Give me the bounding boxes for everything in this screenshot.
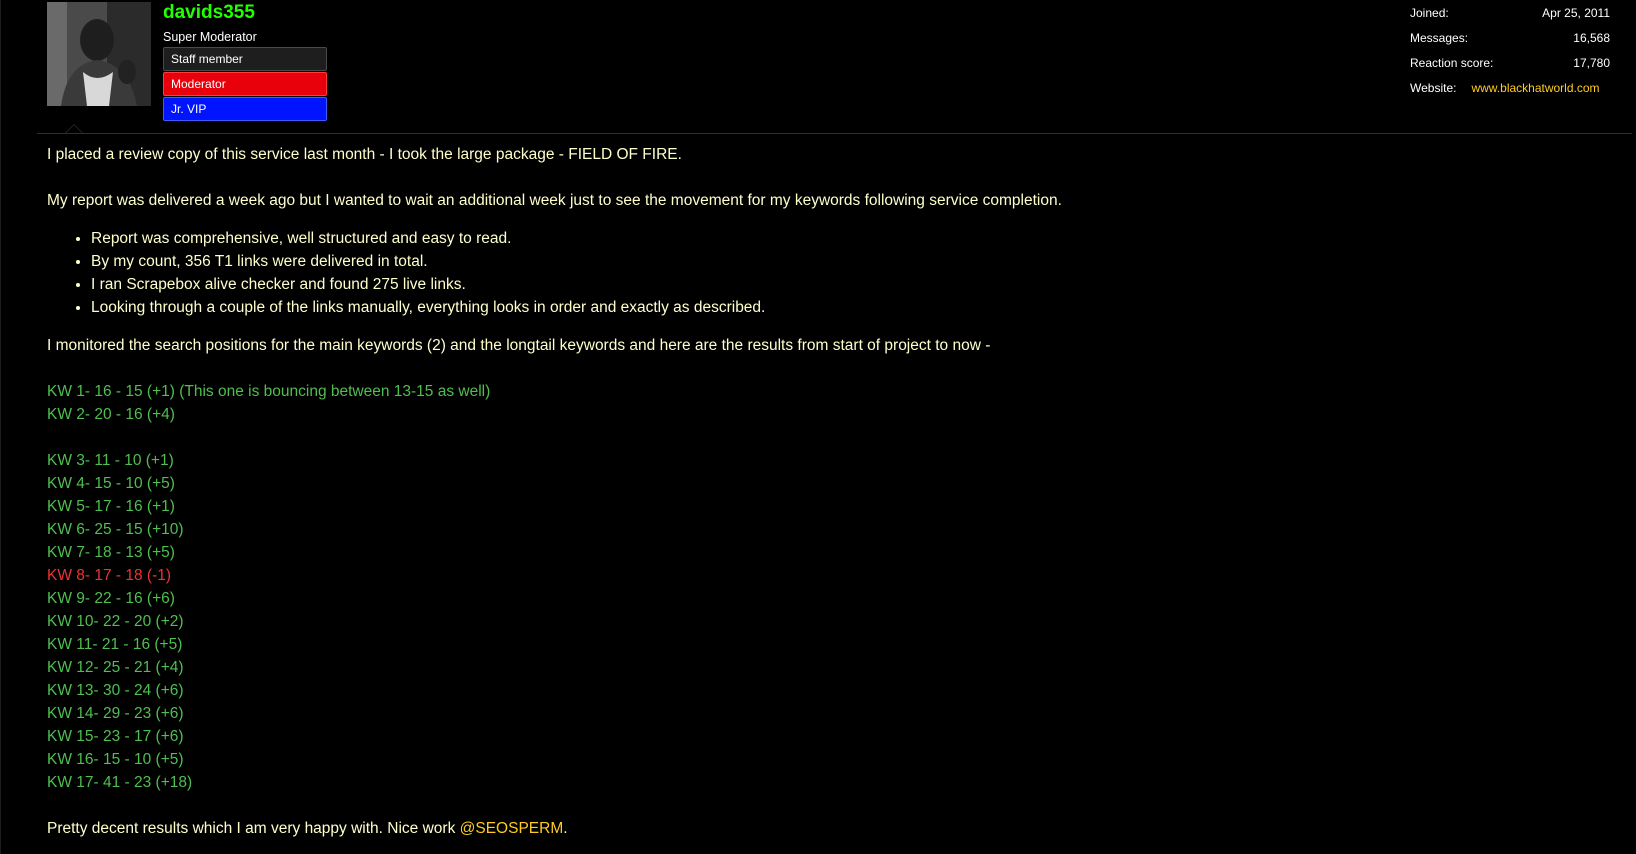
keyword-result: KW 16- 15 - 10 (+5) xyxy=(47,751,184,768)
post-body: I placed a review copy of this service l… xyxy=(47,143,1607,840)
list-item: By my count, 356 T1 links were delivered… xyxy=(91,250,1607,273)
stat-reaction-score: Reaction score: 17,780 xyxy=(1410,56,1610,81)
keyword-result: KW 9- 22 - 16 (+6) xyxy=(47,590,175,607)
user-mention-link[interactable]: @SEOSPERM xyxy=(460,820,564,837)
bullet-list: Report was comprehensive, well structure… xyxy=(47,227,1607,319)
keyword-result: KW 15- 23 - 17 (+6) xyxy=(47,728,184,745)
stat-messages-value[interactable]: 16,568 xyxy=(1573,31,1610,56)
keyword-result: KW 12- 25 - 21 (+4) xyxy=(47,659,184,676)
staff-member-banner: Staff member xyxy=(163,47,327,71)
closing-end: . xyxy=(563,820,568,837)
keyword-result: KW 7- 18 - 13 (+5) xyxy=(47,544,175,561)
stat-joined: Joined: Apr 25, 2011 xyxy=(1410,6,1610,31)
header-divider xyxy=(37,133,1632,134)
keyword-result: KW 2- 20 - 16 (+4) xyxy=(47,406,175,423)
list-item: Report was comprehensive, well structure… xyxy=(91,227,1607,250)
list-item: Looking through a couple of the links ma… xyxy=(91,296,1607,319)
post-report: My report was delivered a week ago but I… xyxy=(47,192,1062,209)
stat-reaction-label: Reaction score: xyxy=(1410,56,1494,70)
keyword-result: KW 5- 17 - 16 (+1) xyxy=(47,498,175,515)
keyword-result: KW 1- 16 - 15 (+1) (This one is bouncing… xyxy=(47,383,491,400)
keyword-result: KW 11- 21 - 16 (+5) xyxy=(47,636,183,653)
divider-arrow xyxy=(65,124,83,133)
jr-vip-banner: Jr. VIP xyxy=(163,97,327,121)
website-link[interactable]: www.blackhatworld.com xyxy=(1471,81,1599,106)
post-monitor: I monitored the search positions for the… xyxy=(47,337,991,354)
user-title: Super Moderator xyxy=(163,30,257,44)
closing-text: Pretty decent results which I am very ha… xyxy=(47,820,460,837)
keyword-result: KW 3- 11 - 10 (+1) xyxy=(47,452,174,469)
keyword-result: KW 14- 29 - 23 (+6) xyxy=(47,705,184,722)
user-stats: Joined: Apr 25, 2011 Messages: 16,568 Re… xyxy=(1410,6,1610,106)
moderator-banner: Moderator xyxy=(163,72,327,96)
keyword-result: KW 4- 15 - 10 (+5) xyxy=(47,475,175,492)
post-intro: I placed a review copy of this service l… xyxy=(47,146,682,163)
forum-post: davids355 Super Moderator Staff member M… xyxy=(0,0,1636,854)
username-link[interactable]: davids355 xyxy=(163,2,255,24)
stat-joined-label: Joined: xyxy=(1410,6,1449,20)
stat-website: Website: www.blackhatworld.com xyxy=(1410,81,1610,106)
keyword-result: KW 6- 25 - 15 (+10) xyxy=(47,521,184,538)
list-item: I ran Scrapebox alive checker and found … xyxy=(91,273,1607,296)
keyword-result-negative: KW 8- 17 - 18 (-1) xyxy=(47,567,172,584)
keyword-result: KW 13- 30 - 24 (+6) xyxy=(47,682,184,699)
stat-messages-label: Messages: xyxy=(1410,31,1469,45)
keyword-result: KW 10- 22 - 20 (+2) xyxy=(47,613,184,630)
avatar[interactable] xyxy=(47,2,151,106)
stat-reaction-value: 17,780 xyxy=(1573,56,1610,70)
stat-website-label: Website: xyxy=(1410,81,1457,95)
post-closing: Pretty decent results which I am very ha… xyxy=(47,817,1607,840)
keyword-result: KW 17- 41 - 23 (+18) xyxy=(47,774,193,791)
stat-messages: Messages: 16,568 xyxy=(1410,31,1610,56)
stat-joined-value: Apr 25, 2011 xyxy=(1542,6,1610,20)
